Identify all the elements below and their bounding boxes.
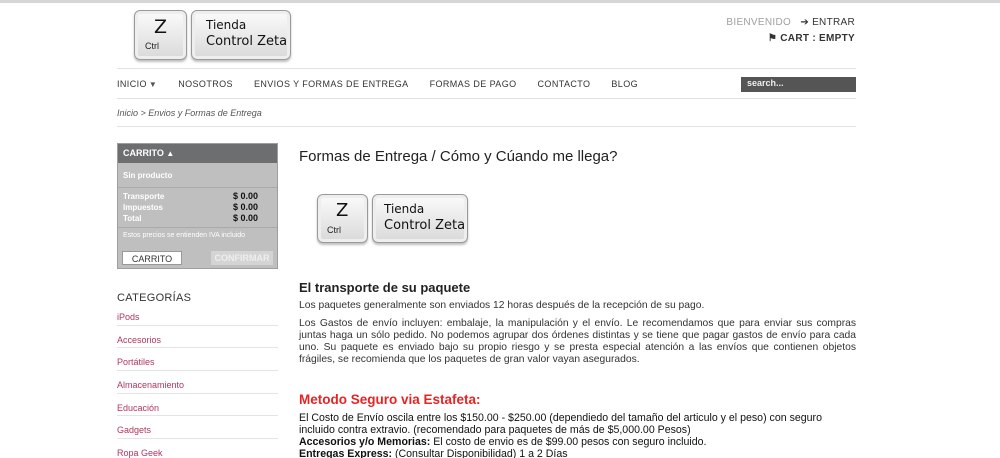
site-logo[interactable]: Z Ctrl Tienda Control Zeta — [134, 10, 291, 60]
category-item[interactable]: Ropa Geek — [117, 439, 278, 458]
ctrl-z-key: Z Ctrl — [317, 194, 368, 243]
paragraph-costo-envio: El Costo de Envío oscila entre los $150.… — [299, 412, 822, 436]
nav-item-contacto[interactable]: CONTACTO — [538, 79, 591, 89]
logo-ctrl-label: Ctrl — [145, 41, 159, 51]
category-item[interactable]: Portátiles — [117, 348, 278, 372]
ctrl-z-key: Z Ctrl — [134, 10, 187, 60]
logo-letter: Z — [154, 16, 168, 38]
cart-empty-text: Sin producto — [118, 163, 277, 188]
header-cart[interactable]: ⚑ CART : EMPTY — [726, 33, 855, 44]
nav-item-nosotros[interactable]: NOSOTROS — [178, 79, 233, 89]
nav-item-envios[interactable]: ENVIOS Y FORMAS DE ENTREGA — [254, 79, 409, 89]
cart-row-impuestos: Impuestos $ 0.00 — [123, 202, 258, 212]
category-item[interactable]: iPods — [117, 303, 278, 326]
divider — [117, 126, 856, 127]
category-list: iPods Accesorios Portátiles Almacenamien… — [117, 303, 278, 458]
main-nav: INICIO ▼ NOSOTROS ENVIOS Y FORMAS DE ENTR… — [117, 68, 856, 99]
cart-row-transporte: Transporte $ 0.00 — [123, 191, 258, 201]
breadcrumb[interactable]: Inicio > Envios y Formas de Entrega — [117, 108, 262, 118]
header-user-area: BIENVENIDO ➔ ENTRAR ⚑ CART : EMPTY — [726, 17, 855, 44]
cart-box: CARRITO ▲ Sin producto Transporte $ 0.00 … — [117, 143, 278, 269]
cart-icon: ⚑ — [767, 33, 778, 44]
tienda-key: Tienda Control Zeta — [372, 194, 468, 243]
logo-line1: Tienda — [206, 18, 247, 32]
cart-box-header[interactable]: CARRITO ▲ — [118, 144, 277, 163]
cart-row-total: Total $ 0.00 — [123, 213, 258, 223]
nav-item-formas-pago[interactable]: FORMAS DE PAGO — [430, 79, 517, 89]
cart-totals: Transporte $ 0.00 Impuestos $ 0.00 Total $ … — [118, 188, 277, 228]
category-item[interactable]: Gadgets — [117, 416, 278, 440]
tienda-key: Tienda Control Zeta — [191, 10, 291, 60]
paragraph-envio-tiempo: Los paquetes generalmente son enviados 1… — [299, 300, 705, 311]
logo-line2: Control Zeta — [384, 218, 466, 233]
category-item[interactable]: Almacenamiento — [117, 371, 278, 394]
cart-status: CART : EMPTY — [780, 33, 855, 44]
paragraph-express: Entregas Express: (Consultar Disponibili… — [299, 448, 568, 458]
paragraph-accesorios: Accesorios y/o Memorias: El costo de env… — [299, 436, 707, 448]
top-border — [0, 0, 1000, 3]
logo-ctrl-label: Ctrl — [327, 225, 341, 235]
nav-item-blog[interactable]: BLOG — [611, 79, 638, 89]
page-title: Formas de Entrega / Cómo y Cúando me lle… — [299, 148, 618, 165]
cart-note: Estos precios se entienden IVA incluido — [123, 232, 246, 239]
paragraph-gastos-envio: Los Gastos de envío incluyen: embalaje, … — [299, 318, 856, 365]
category-item[interactable]: Accesorios — [117, 326, 278, 349]
cart-button[interactable]: CARRITO — [122, 251, 182, 265]
search-input[interactable]: search... — [741, 77, 856, 92]
collapse-caret-icon: ▲ — [166, 149, 175, 158]
confirm-button[interactable]: CONFIRMAR — [211, 251, 273, 265]
logo-line1: Tienda — [384, 202, 425, 216]
logo-letter: Z — [336, 200, 349, 221]
dropdown-caret-icon: ▼ — [148, 79, 158, 89]
section-heading-estafeta: Metodo Seguro via Estafeta: — [299, 392, 481, 407]
section-heading-transporte: El transporte de su paquete — [299, 280, 471, 295]
login-link[interactable]: ➔ ENTRAR — [800, 17, 855, 28]
welcome-text: BIENVENIDO — [726, 17, 792, 28]
nav-item-inicio[interactable]: INICIO ▼ — [117, 79, 157, 89]
category-item[interactable]: Educación — [117, 394, 278, 417]
logo-line2: Control Zeta — [206, 34, 288, 49]
content-logo: Z Ctrl Tienda Control Zeta — [317, 194, 468, 243]
